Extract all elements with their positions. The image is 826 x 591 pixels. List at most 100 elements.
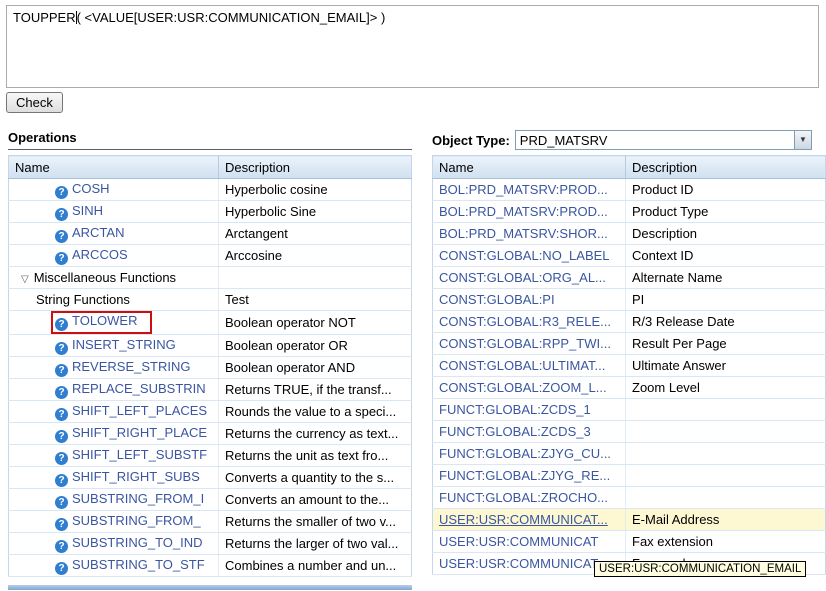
object-name-link[interactable]: CONST:GLOBAL:RPP_TWI... [439, 336, 611, 351]
help-icon[interactable]: ? [55, 230, 68, 243]
object-name-link[interactable]: USER:USR:COMMUNICAT... [439, 556, 608, 571]
object-row[interactable]: BOL:PRD_MATSRV:PROD...Product Type [433, 201, 826, 223]
object-name-link[interactable]: CONST:GLOBAL:R3_RELE... [439, 314, 611, 329]
help-icon[interactable]: ? [55, 540, 68, 553]
function-name-link[interactable]: SUBSTRING_TO_STF [72, 557, 205, 572]
object-name-link[interactable]: FUNCT:GLOBAL:ZJYG_CU... [439, 446, 611, 461]
tooltip: USER:USR:COMMUNICATION_EMAIL [594, 561, 806, 577]
operations-row[interactable]: ? SHIFT_LEFT_SUBSTF Returns the unit as te… [9, 445, 412, 467]
object-row[interactable]: FUNCT:GLOBAL:ZROCHO... [433, 487, 826, 509]
object-row[interactable]: CONST:GLOBAL:ULTIMAT...Ultimate Answer [433, 355, 826, 377]
object-name-link[interactable]: CONST:GLOBAL:ZOOM_L... [439, 380, 607, 395]
object-name-link[interactable]: BOL:PRD_MATSRV:SHOR... [439, 226, 608, 241]
operations-row[interactable]: ?SUBSTRING_TO_STFCombines a number and u… [9, 555, 412, 577]
object-name-link[interactable]: BOL:PRD_MATSRV:PROD... [439, 204, 608, 219]
object-row[interactable]: BOL:PRD_MATSRV:SHOR... Description [433, 223, 826, 245]
operations-table-bottom-scrollbar[interactable] [8, 585, 412, 590]
operations-row[interactable]: ?TOLOWERBoolean operator NOT [9, 311, 412, 335]
help-icon[interactable]: ? [55, 474, 68, 487]
object-row[interactable]: USER:USR:COMMUNICAT...E-Mail Address [433, 509, 826, 531]
help-icon[interactable]: ? [55, 452, 68, 465]
object-name-link[interactable]: USER:USR:COMMUNICAT [439, 534, 598, 549]
object-type-dropdown[interactable]: PRD_MATSRV ▼ [515, 130, 812, 150]
operations-row[interactable]: ?INSERT_STRINGBoolean operator OR [9, 335, 412, 357]
object-name-link[interactable]: FUNCT:GLOBAL:ZJYG_RE... [439, 468, 610, 483]
object-name-link[interactable]: FUNCT:GLOBAL:ZCDS_3 [439, 424, 591, 439]
function-name-link[interactable]: TOLOWER [72, 313, 138, 328]
object-row[interactable]: CONST:GLOBAL:NO_LABELContext ID [433, 245, 826, 267]
function-name-link[interactable]: ARCCOS [72, 247, 128, 262]
object-row[interactable]: FUNCT:GLOBAL:ZJYG_CU... [433, 443, 826, 465]
operations-row[interactable]: ?SHIFT_RIGHT_PLACEReturns the currency a… [9, 423, 412, 445]
check-button[interactable]: Check [6, 92, 63, 113]
object-description-cell: Description [626, 223, 826, 245]
object-name-link[interactable]: BOL:PRD_MATSRV:PROD... [439, 182, 608, 197]
object-name-cell: FUNCT:GLOBAL:ZJYG_RE... [433, 465, 626, 487]
function-entry: ? ARCTAN [55, 225, 124, 240]
help-icon[interactable]: ? [55, 562, 68, 575]
object-name-link[interactable]: USER:USR:COMMUNICAT... [439, 512, 608, 527]
help-icon[interactable]: ? [55, 386, 68, 399]
function-name-link[interactable]: SHIFT_RIGHT_SUBS [72, 469, 200, 484]
operations-row[interactable]: ?SHIFT_LEFT_PLACESRounds the value to a … [9, 401, 412, 423]
operations-row[interactable]: ?ARCTANArctangent [9, 223, 412, 245]
operations-row[interactable]: ?REPLACE_SUBSTRINReturns TRUE, if the tr… [9, 379, 412, 401]
object-row[interactable]: FUNCT:GLOBAL:ZCDS_3 [433, 421, 826, 443]
function-name-link[interactable]: REVERSE_STRING [72, 359, 190, 374]
help-icon[interactable]: ? [55, 208, 68, 221]
function-name-link[interactable]: SHIFT_LEFT_PLACES [72, 403, 207, 418]
help-icon[interactable]: ? [55, 496, 68, 509]
function-name-link[interactable]: SHIFT_RIGHT_PLACE [72, 425, 207, 440]
help-icon[interactable]: ? [55, 408, 68, 421]
help-icon[interactable]: ? [55, 364, 68, 377]
function-name-link[interactable]: SUBSTRING_FROM_I [72, 491, 204, 506]
function-name-link[interactable]: COSH [72, 181, 110, 196]
object-name-link[interactable]: CONST:GLOBAL:ORG_AL... [439, 270, 606, 285]
help-icon[interactable]: ? [55, 518, 68, 531]
operations-header-row: Name Description [9, 156, 412, 179]
function-name-link[interactable]: SHIFT_LEFT_SUBSTF [72, 447, 207, 462]
object-name-link[interactable]: CONST:GLOBAL:PI [439, 292, 555, 307]
operations-row[interactable]: ?SUBSTRING_FROM_Returns the smaller of t… [9, 511, 412, 533]
object-row[interactable]: FUNCT:GLOBAL:ZCDS_1 [433, 399, 826, 421]
object-row[interactable]: FUNCT:GLOBAL:ZJYG_RE... [433, 465, 826, 487]
object-name-link[interactable]: FUNCT:GLOBAL:ZCDS_1 [439, 402, 591, 417]
help-icon[interactable]: ? [55, 252, 68, 265]
function-name-link[interactable]: SUBSTRING_FROM_ [72, 513, 201, 528]
function-name-link[interactable]: ARCTAN [72, 225, 124, 240]
function-entry: ? REPLACE_SUBSTRIN [55, 381, 206, 396]
function-name-link[interactable]: INSERT_STRING [72, 337, 176, 352]
help-icon[interactable]: ? [55, 186, 68, 199]
object-row[interactable]: CONST:GLOBAL:ORG_AL...Alternate Name [433, 267, 826, 289]
function-name-link[interactable]: SUBSTRING_TO_IND [72, 535, 203, 550]
function-name-link[interactable]: SINH [72, 203, 103, 218]
object-name-link[interactable]: CONST:GLOBAL:NO_LABEL [439, 248, 610, 263]
operations-row[interactable]: ?SUBSTRING_FROM_IConverts an amount to t… [9, 489, 412, 511]
object-row[interactable]: BOL:PRD_MATSRV:PROD...Product ID [433, 179, 826, 201]
object-name-link[interactable]: FUNCT:GLOBAL:ZROCHO... [439, 490, 608, 505]
function-name-link[interactable]: REPLACE_SUBSTRIN [72, 381, 206, 396]
operation-description-cell: Returns the unit as text fro... [219, 445, 412, 467]
tree-expand-icon[interactable]: ▽ [21, 274, 29, 285]
object-row[interactable]: CONST:GLOBAL:R3_RELE...R/3 Release Date [433, 311, 826, 333]
operations-row[interactable]: String FunctionsTest [9, 289, 412, 311]
object-name-link[interactable]: CONST:GLOBAL:ULTIMAT... [439, 358, 605, 373]
formula-input[interactable]: TOUPPER( <VALUE[USER:USR:COMMUNICATION_E… [6, 5, 819, 88]
object-column-header-name: Name [433, 156, 626, 179]
object-table-body: BOL:PRD_MATSRV:PROD...Product IDBOL:PRD_… [433, 179, 826, 575]
operations-row[interactable]: ?REVERSE_STRINGBoolean operator AND [9, 357, 412, 379]
help-icon[interactable]: ? [55, 430, 68, 443]
dropdown-arrow-button[interactable]: ▼ [794, 131, 811, 149]
help-icon[interactable]: ? [55, 318, 68, 331]
operations-row[interactable]: ?SHIFT_RIGHT_SUBSConverts a quantity to … [9, 467, 412, 489]
operations-row[interactable]: ?SINHHyperbolic Sine [9, 201, 412, 223]
object-row[interactable]: CONST:GLOBAL:RPP_TWI...Result Per Page [433, 333, 826, 355]
help-icon[interactable]: ? [55, 342, 68, 355]
operations-row[interactable]: ▽Miscellaneous Functions [9, 267, 412, 289]
object-row[interactable]: CONST:GLOBAL:ZOOM_L...Zoom Level [433, 377, 826, 399]
operations-row[interactable]: ?SUBSTRING_TO_INDReturns the larger of t… [9, 533, 412, 555]
operations-row[interactable]: ?ARCCOSArccosine [9, 245, 412, 267]
object-row[interactable]: CONST:GLOBAL:PIPI [433, 289, 826, 311]
object-row[interactable]: USER:USR:COMMUNICATFax extension [433, 531, 826, 553]
operations-row[interactable]: ?COSHHyperbolic cosine [9, 179, 412, 201]
